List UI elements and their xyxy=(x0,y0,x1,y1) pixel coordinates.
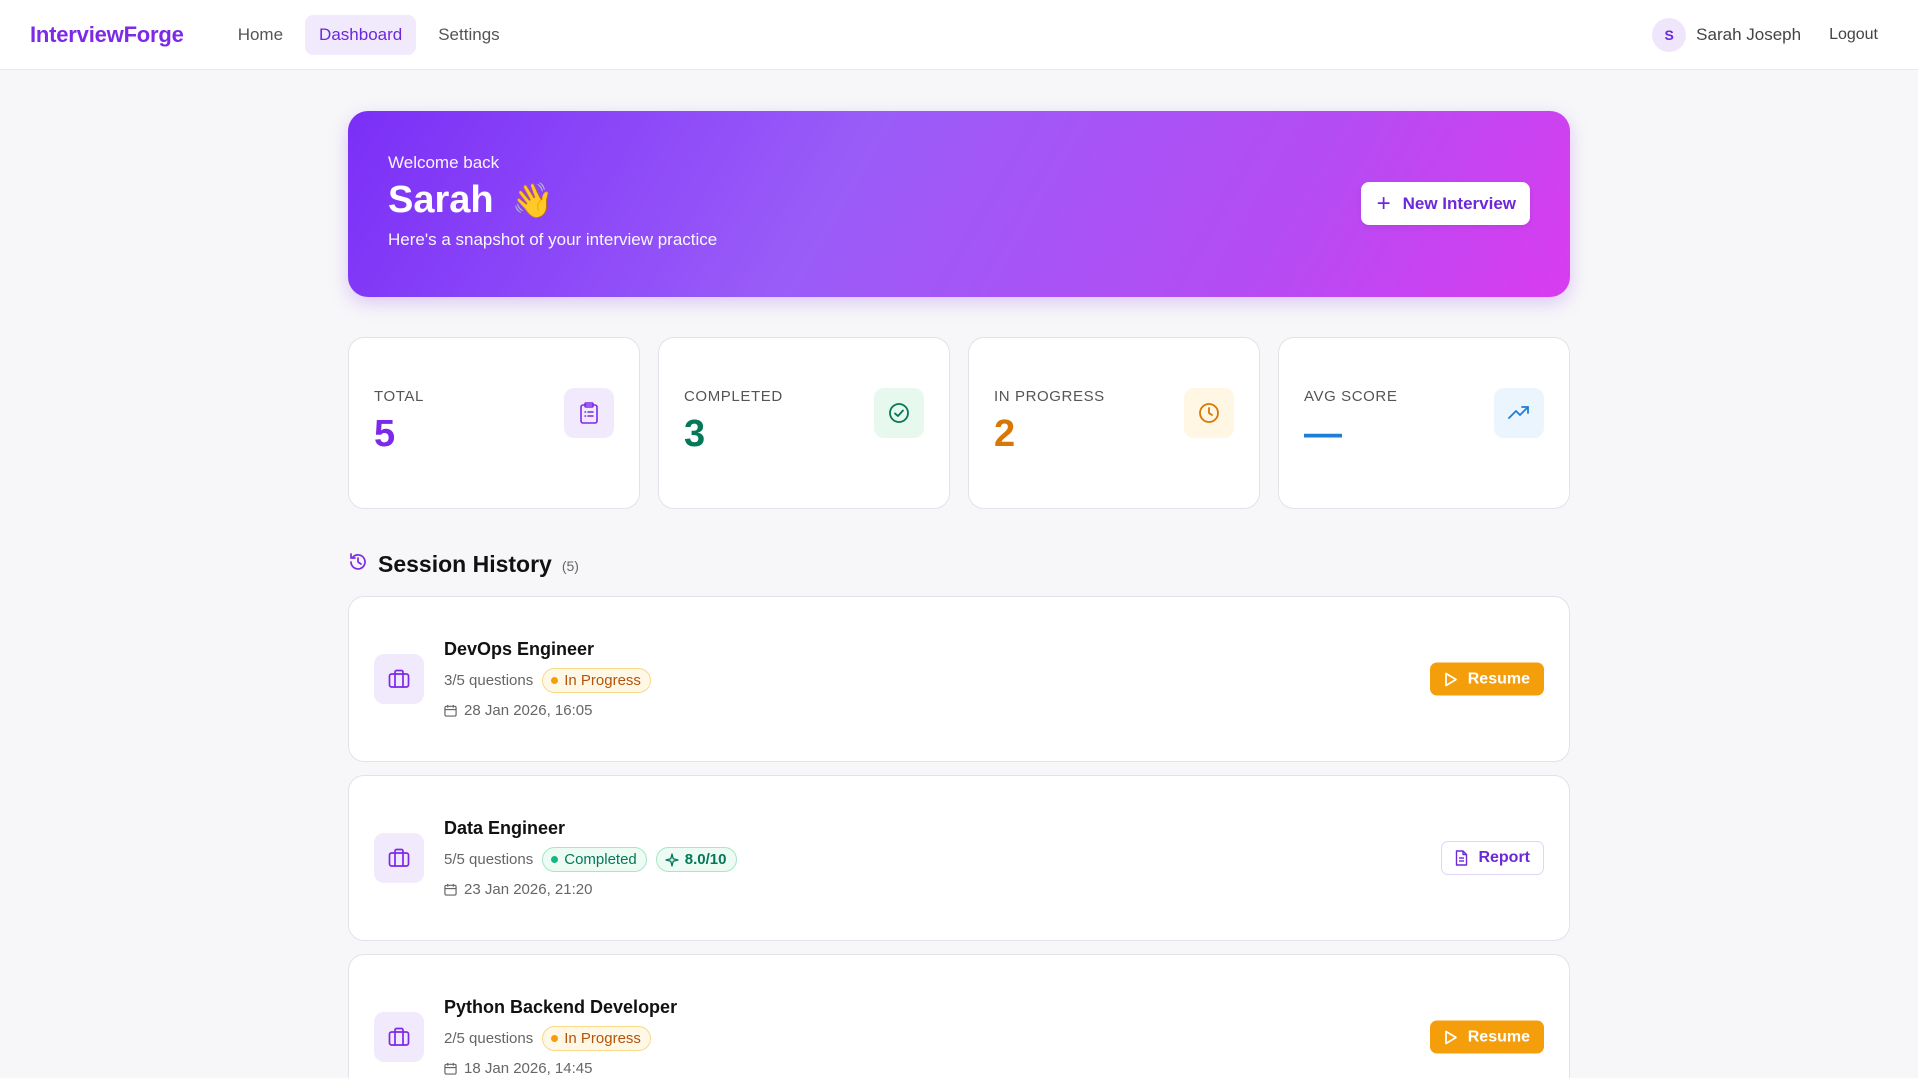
avatar[interactable]: S xyxy=(1652,18,1687,52)
session-details: DevOps Engineer 3/5 questions In Progres… xyxy=(444,639,651,719)
report-button[interactable]: Report xyxy=(1441,841,1544,875)
briefcase-icon xyxy=(374,654,424,704)
resume-button[interactable]: Resume xyxy=(1429,1020,1544,1054)
status-label: In Progress xyxy=(564,672,641,689)
play-icon xyxy=(1444,672,1457,686)
session-date-text: 28 Jan 2026, 16:05 xyxy=(464,702,593,719)
score-value: 8.0/10 xyxy=(684,851,727,868)
session-history-header: Session History (5) xyxy=(348,551,1570,578)
session-title: DevOps Engineer xyxy=(444,639,595,659)
session-title: Data Engineer xyxy=(444,818,566,838)
plus-icon: + xyxy=(1376,189,1391,217)
welcome-name-row: Sarah 👋 xyxy=(388,179,1530,222)
calendar-icon xyxy=(444,883,457,896)
wave-icon: 👋 xyxy=(511,181,554,220)
stat-card-avg-score: AVG SCORE — xyxy=(1278,337,1570,509)
document-icon xyxy=(1456,850,1468,866)
check-circle-icon xyxy=(874,388,924,438)
session-details: Data Engineer 5/5 questions Completed 8.… xyxy=(444,818,737,898)
status-label: Completed xyxy=(564,851,637,868)
resume-label: Resume xyxy=(1467,670,1530,687)
status-badge: In Progress xyxy=(542,668,651,693)
status-dot-icon xyxy=(551,1035,559,1042)
stat-card-completed: COMPLETED 3 xyxy=(658,337,950,509)
welcome-banner: Welcome back Sarah 👋 Here's a snapshot o… xyxy=(348,111,1570,297)
session-list: DevOps Engineer 3/5 questions In Progres… xyxy=(348,596,1570,1078)
user-menu: S Sarah Joseph Logout xyxy=(1652,0,1878,70)
session-date-text: 18 Jan 2026, 14:45 xyxy=(464,1060,593,1077)
trending-up-icon xyxy=(1494,388,1544,438)
stat-card-total: TOTAL 5 xyxy=(348,337,640,509)
briefcase-icon xyxy=(374,833,424,883)
calendar-icon xyxy=(444,704,457,717)
session-card[interactable]: DevOps Engineer 3/5 questions In Progres… xyxy=(348,596,1570,762)
report-label: Report xyxy=(1478,849,1530,866)
brand-logo[interactable]: InterviewForge xyxy=(30,22,184,48)
nav-link-dashboard[interactable]: Dashboard xyxy=(305,14,417,55)
status-label: In Progress xyxy=(564,1030,641,1047)
session-history-count: (5) xyxy=(561,557,579,574)
clipboard-icon xyxy=(564,388,614,438)
user-name: Sarah Joseph xyxy=(1696,25,1802,44)
question-count: 5/5 questions xyxy=(444,851,534,868)
session-card[interactable]: Python Backend Developer 2/5 questions I… xyxy=(348,954,1570,1078)
nav-links: Home Dashboard Settings xyxy=(224,14,514,55)
sparkle-icon xyxy=(665,852,679,867)
stat-card-in-progress: IN PROGRESS 2 xyxy=(968,337,1260,509)
nav-link-home[interactable]: Home xyxy=(224,15,297,55)
session-title: Python Backend Developer xyxy=(444,997,678,1017)
session-date-text: 23 Jan 2026, 21:20 xyxy=(464,881,593,898)
session-history-title: Session History xyxy=(378,551,552,577)
briefcase-icon xyxy=(374,1012,424,1062)
score-badge: 8.0/10 xyxy=(655,847,737,872)
new-interview-label: New Interview xyxy=(1402,193,1516,213)
session-card[interactable]: Data Engineer 5/5 questions Completed 8.… xyxy=(348,775,1570,941)
main-content: Welcome back Sarah 👋 Here's a snapshot o… xyxy=(348,70,1570,1078)
status-dot-icon xyxy=(551,856,559,863)
status-dot-icon xyxy=(551,677,559,684)
clock-icon xyxy=(1184,388,1234,438)
resume-button[interactable]: Resume xyxy=(1429,662,1544,696)
history-icon xyxy=(348,552,368,577)
session-meta: 5/5 questions Completed 8.0/10 xyxy=(444,847,737,872)
session-details: Python Backend Developer 2/5 questions I… xyxy=(444,997,677,1077)
status-badge: Completed xyxy=(542,847,647,872)
top-navbar: InterviewForge Home Dashboard Settings S… xyxy=(0,0,1918,70)
welcome-label: Welcome back xyxy=(388,153,500,172)
new-interview-button[interactable]: + New Interview xyxy=(1360,182,1530,225)
welcome-name: Sarah xyxy=(388,179,494,221)
calendar-icon xyxy=(444,1062,457,1075)
session-date: 28 Jan 2026, 16:05 xyxy=(444,702,651,719)
logout-button[interactable]: Logout xyxy=(1829,26,1878,44)
question-count: 3/5 questions xyxy=(444,672,534,689)
resume-label: Resume xyxy=(1467,1028,1530,1045)
nav-link-settings[interactable]: Settings xyxy=(424,15,513,55)
session-date: 23 Jan 2026, 21:20 xyxy=(444,881,737,898)
session-meta: 3/5 questions In Progress xyxy=(444,668,651,693)
play-icon xyxy=(1444,1030,1457,1044)
welcome-subtitle: Here's a snapshot of your interview prac… xyxy=(388,230,718,249)
stats-row: TOTAL 5 COMPLETED 3 IN PROGRESS 2 AVG SC… xyxy=(348,337,1570,509)
status-badge: In Progress xyxy=(542,1026,651,1051)
session-meta: 2/5 questions In Progress xyxy=(444,1026,677,1051)
question-count: 2/5 questions xyxy=(444,1030,534,1047)
session-date: 18 Jan 2026, 14:45 xyxy=(444,1060,677,1077)
